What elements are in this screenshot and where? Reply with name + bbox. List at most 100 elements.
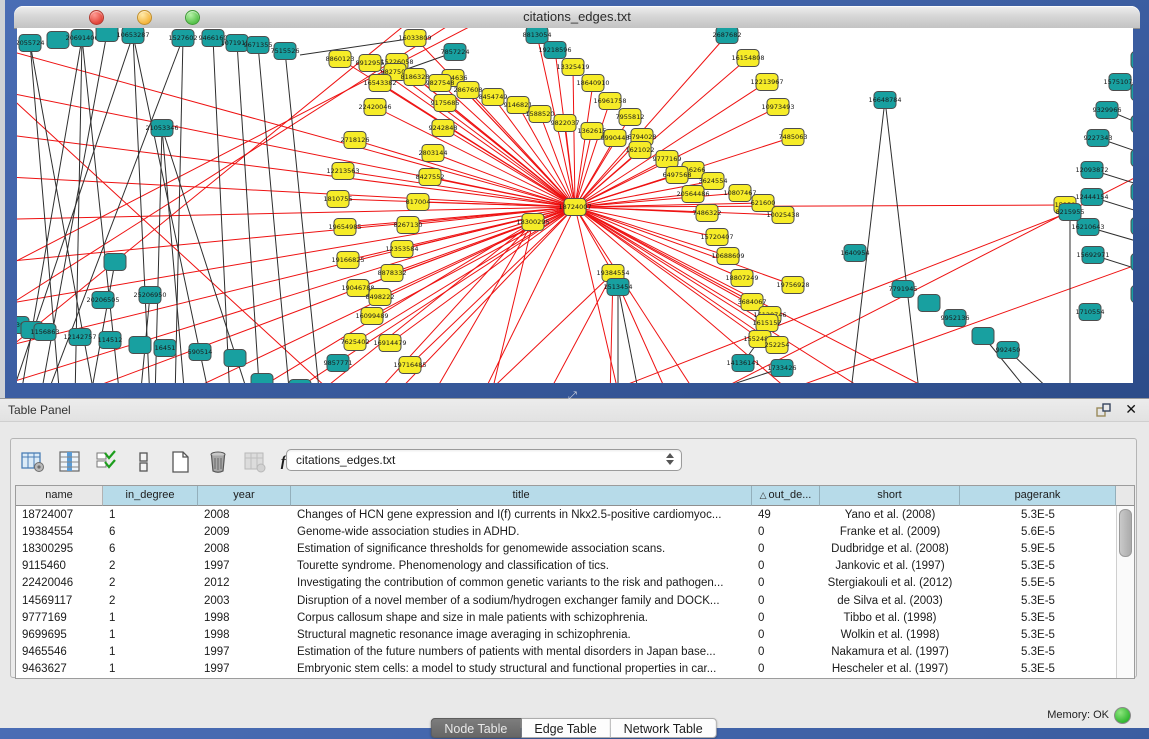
table-cell[interactable]: 6 — [103, 526, 198, 538]
graph-node[interactable]: 9175685 — [431, 95, 460, 112]
graph-node[interactable]: 20691406 — [65, 30, 98, 47]
graph-node[interactable]: 252254 — [765, 337, 790, 354]
table-cell[interactable]: 1997 — [198, 646, 291, 658]
graph-node[interactable]: 621600 — [751, 195, 776, 212]
column-header-title[interactable]: title — [291, 486, 752, 506]
table-cell[interactable]: Stergiakouli et al. (2012) — [820, 577, 960, 589]
graph-node[interactable] — [251, 374, 273, 384]
table-cell[interactable]: 0 — [752, 543, 820, 555]
table-cell[interactable]: Yano et al. (2008) — [820, 509, 960, 521]
graph-node[interactable]: 2718126 — [341, 132, 370, 149]
graph-node[interactable]: 8498222 — [366, 289, 395, 306]
graph-node[interactable]: 12093872 — [1075, 162, 1108, 179]
table-cell[interactable]: 5.3E-5 — [960, 509, 1116, 521]
table-cell[interactable]: Structural magnetic resonance image aver… — [291, 629, 752, 641]
graph-node[interactable]: 2803144 — [419, 145, 448, 162]
table-cell[interactable]: Estimation of the future numbers of pati… — [291, 646, 752, 658]
graph-node[interactable]: 18807249 — [725, 270, 758, 287]
graph-node[interactable]: 9990448 — [601, 130, 630, 147]
table-cell[interactable]: 19384554 — [16, 526, 103, 538]
graph-node[interactable]: 16210643 — [1071, 219, 1104, 236]
graph-node[interactable]: 9242848 — [429, 120, 458, 137]
column-header-year[interactable]: year — [198, 486, 291, 506]
graph-node[interactable]: 6497568 — [663, 167, 692, 184]
graph-edge[interactable] — [885, 100, 920, 383]
graph-node[interactable]: 1710554 — [1076, 304, 1105, 321]
graph-node[interactable]: 1156863 — [31, 324, 60, 341]
graph-node[interactable]: 9827548 — [426, 75, 455, 92]
table-cell[interactable]: 9777169 — [16, 612, 103, 624]
vertical-scrollbar[interactable] — [1116, 506, 1134, 678]
graph-node[interactable]: 21053346 — [145, 120, 178, 137]
graph-node[interactable]: 1810755 — [324, 191, 353, 208]
table-cell[interactable]: 1997 — [198, 560, 291, 572]
graph-edge[interactable] — [17, 28, 560, 285]
graph-node[interactable]: 8860123 — [326, 51, 355, 68]
column-header-short[interactable]: short — [820, 486, 960, 506]
graph-node[interactable]: 12213563 — [326, 163, 359, 180]
table-cell[interactable]: Nakamura et al. (1997) — [820, 646, 960, 658]
graph-node[interactable]: 15692971 — [1076, 247, 1109, 264]
graph-node[interactable]: 15720407 — [700, 229, 733, 246]
table-cell[interactable]: Corpus callosum shape and size in male p… — [291, 612, 752, 624]
table-row[interactable]: 2242004622012Investigating the contribut… — [16, 575, 1134, 592]
table-cell[interactable]: Investigating the contribution of common… — [291, 577, 752, 589]
table-cell[interactable]: 2 — [103, 595, 198, 607]
graph-edge[interactable] — [17, 130, 575, 207]
table-cell[interactable]: 6 — [103, 543, 198, 555]
graph-node[interactable] — [1131, 286, 1133, 303]
table-cell[interactable]: 9465546 — [16, 646, 103, 658]
graph-node[interactable]: 7857224 — [441, 44, 470, 61]
table-cell[interactable]: 5.3E-5 — [960, 612, 1116, 624]
table-cell[interactable]: 1 — [103, 629, 198, 641]
graph-node[interactable]: 19716485 — [393, 357, 426, 374]
table-cell[interactable]: Tourette syndrome. Phenomenology and cla… — [291, 560, 752, 572]
table-cell[interactable]: Genome-wide association studies in ADHD. — [291, 526, 752, 538]
graph-node[interactable] — [289, 380, 311, 384]
table-cell[interactable]: 5.5E-5 — [960, 577, 1116, 589]
table-cell[interactable]: 2003 — [198, 595, 291, 607]
graph-node[interactable]: 8427552 — [416, 169, 445, 186]
table-cell[interactable]: 49 — [752, 509, 820, 521]
graph-edge[interactable] — [575, 131, 592, 207]
graph-node[interactable]: 14136141 — [726, 355, 759, 372]
column-visibility-icon[interactable] — [56, 448, 84, 476]
graph-node[interactable] — [1131, 218, 1133, 235]
delete-table-icon[interactable] — [204, 448, 232, 476]
table-cell[interactable]: 9699695 — [16, 629, 103, 641]
graph-edge[interactable] — [575, 83, 593, 207]
graph-node[interactable]: 2055724 — [17, 35, 44, 52]
graph-node[interactable]: 8215955 — [1056, 204, 1085, 221]
table-cell[interactable]: 2008 — [198, 509, 291, 521]
table-cell[interactable]: 0 — [752, 629, 820, 641]
graph-node[interactable]: 1733426 — [768, 360, 797, 377]
graph-node[interactable] — [918, 295, 940, 312]
graph-node[interactable]: 1621022 — [626, 142, 655, 159]
graph-node[interactable] — [224, 350, 246, 367]
graph-node[interactable] — [129, 337, 151, 354]
table-cell[interactable]: 0 — [752, 612, 820, 624]
graph-edge[interactable] — [285, 51, 320, 383]
graph-node[interactable] — [972, 328, 994, 345]
graph-node[interactable]: 25206950 — [133, 287, 166, 304]
graph-edge[interactable] — [343, 171, 575, 207]
citation-network-graph[interactable]: 1872400718300295193845542242004692428482… — [17, 28, 1133, 383]
graph-node[interactable] — [1131, 84, 1133, 101]
graph-node[interactable]: 10688609 — [711, 248, 744, 265]
table-cell[interactable]: Hescheler et al. (1997) — [820, 663, 960, 675]
graph-edge[interactable] — [443, 128, 575, 207]
table-cell[interactable]: 5.3E-5 — [960, 646, 1116, 658]
graph-node[interactable]: 2687682 — [713, 28, 742, 44]
graph-node[interactable]: 1640954 — [841, 245, 870, 262]
graph-node[interactable]: 19218596 — [538, 42, 571, 59]
row-height-icon[interactable] — [130, 448, 158, 476]
graph-node[interactable]: 13325419 — [556, 59, 589, 76]
graph-node[interactable]: 9822037 — [551, 115, 580, 132]
graph-node[interactable]: 9952136 — [941, 310, 970, 327]
table-cell[interactable]: Tibbo et al. (1998) — [820, 612, 960, 624]
column-header-pagerank[interactable]: pagerank — [960, 486, 1116, 506]
table-cell[interactable]: de Silva et al. (2003) — [820, 595, 960, 607]
table-cell[interactable]: Wolkin et al. (1998) — [820, 629, 960, 641]
table-row[interactable]: 969969511998Structural magnetic resonanc… — [16, 626, 1134, 643]
graph-node[interactable] — [104, 254, 126, 271]
